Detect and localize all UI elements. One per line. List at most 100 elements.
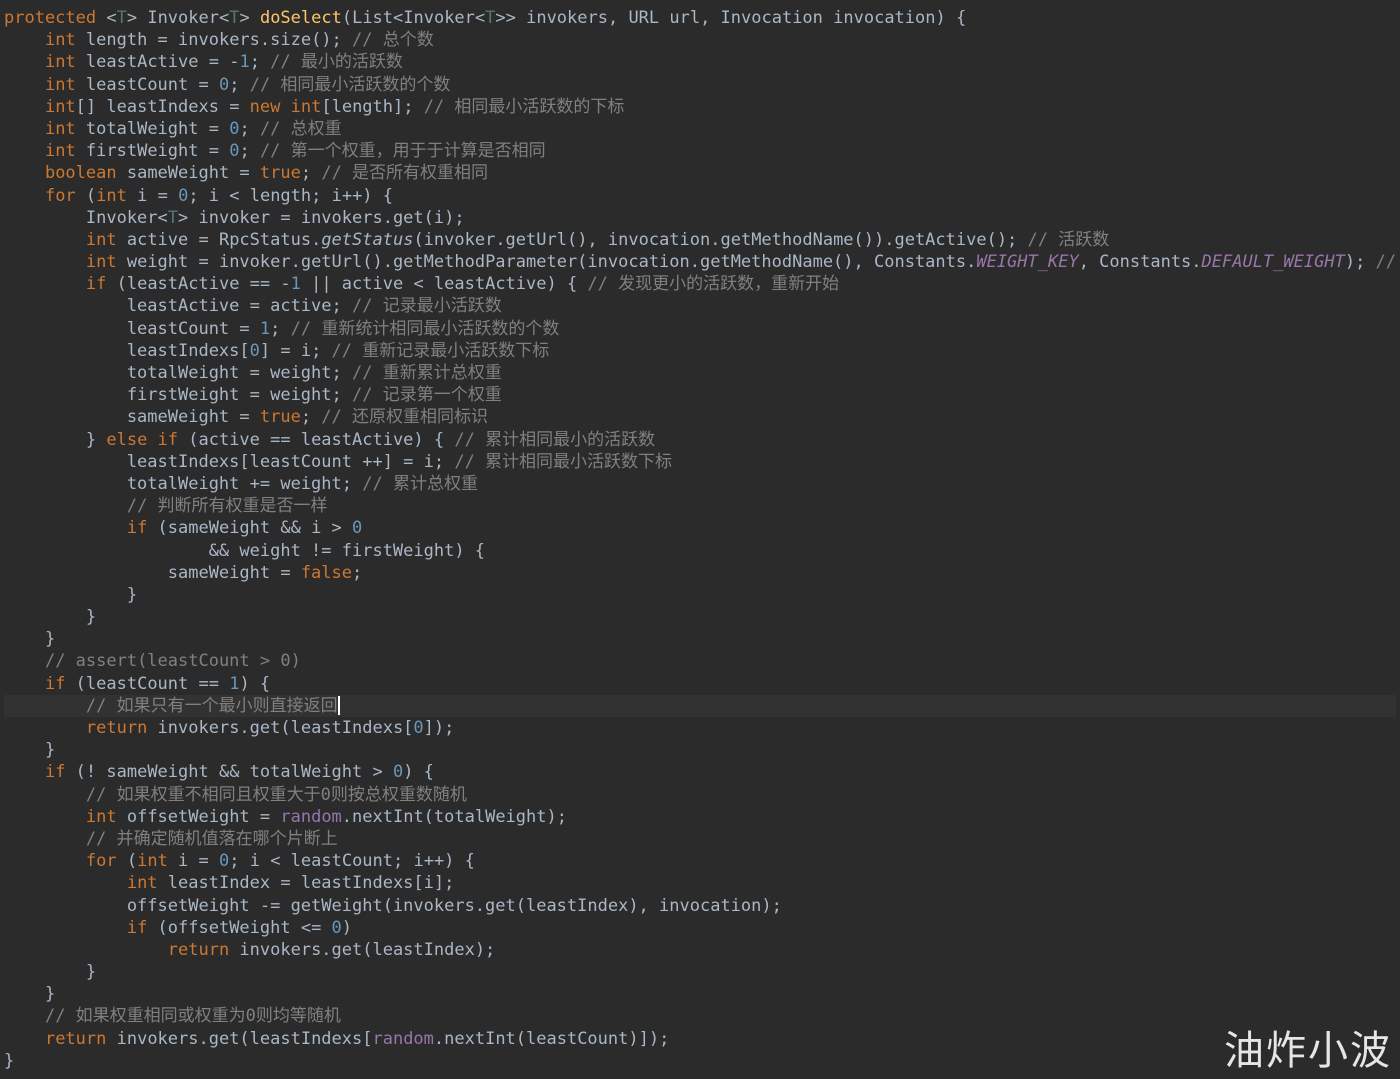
- code-token: > Invoker<: [126, 8, 230, 28]
- code-token: // 累计相同最小的活跃数: [454, 429, 656, 450]
- code-line[interactable]: return invokers.get(leastIndexs[0]);: [4, 717, 1396, 739]
- code-token: ; i < length; i++) {: [188, 185, 394, 206]
- code-token: new: [249, 96, 281, 117]
- code-token: // 记录第一个权重: [352, 385, 502, 406]
- code-token: (active == leastActive) {: [178, 429, 455, 450]
- code-token: // 累计相同最小活跃数下标: [454, 451, 673, 472]
- code-token: ;: [300, 163, 322, 184]
- code-token: int: [44, 30, 76, 51]
- code-line[interactable]: for (int i = 0; i < leastCount; i++) {: [4, 850, 1396, 872]
- code-token: // 如果只有一个最小则直接返回: [85, 695, 338, 716]
- code-editor[interactable]: protected <T> Invoker<T> doSelect(List<I…: [0, 0, 1400, 1079]
- code-line[interactable]: leastIndexs[0] = i; // 重新记录最小活跃数下标: [4, 340, 1396, 362]
- code-token: ;: [270, 318, 291, 339]
- code-line[interactable]: }: [4, 584, 1396, 606]
- code-line[interactable]: }: [4, 628, 1396, 650]
- code-token: // assert(leastCount > 0): [44, 651, 301, 672]
- code-token: // 还原权重相同标识: [321, 407, 489, 428]
- code-token: if: [85, 274, 107, 295]
- code-token: }: [4, 740, 56, 761]
- code-line[interactable]: Invoker<T> invoker = invokers.get(i);: [4, 207, 1396, 229]
- code-line[interactable]: }: [4, 1050, 1396, 1072]
- code-token: WEIGHT_KEY: [976, 252, 1079, 273]
- code-token: 1: [239, 52, 250, 73]
- code-line[interactable]: if (sameWeight && i > 0: [4, 517, 1396, 539]
- code-line[interactable]: sameWeight = false;: [4, 562, 1396, 584]
- code-line[interactable]: } else if (active == leastActive) { // 累…: [4, 429, 1396, 451]
- code-token: [length];: [321, 96, 424, 117]
- code-token: true: [259, 163, 301, 184]
- code-line[interactable]: }: [4, 739, 1396, 761]
- code-token: }: [4, 962, 97, 983]
- code-token: doSelect: [259, 8, 342, 28]
- code-line[interactable]: firstWeight = weight; // 记录第一个权重: [4, 384, 1396, 406]
- code-line[interactable]: if (leastActive == -1 || active < leastA…: [4, 273, 1396, 295]
- code-line[interactable]: int length = invokers.size(); // 总个数: [4, 29, 1396, 51]
- code-line[interactable]: int leastActive = -1; // 最小的活跃数: [4, 51, 1396, 73]
- code-line[interactable]: int firstWeight = 0; // 第一个权重，用于于计算是否相同: [4, 140, 1396, 162]
- code-area[interactable]: protected <T> Invoker<T> doSelect(List<I…: [4, 7, 1396, 1072]
- code-line[interactable]: int weight = invoker.getUrl().getMethodP…: [4, 251, 1396, 273]
- code-token: // 判断所有权重是否一样: [126, 496, 328, 517]
- code-token: // 发现更小的活跃数，重新开始: [587, 274, 840, 295]
- code-token: int: [44, 118, 76, 139]
- code-line[interactable]: if (! sameWeight && totalWeight > 0) {: [4, 761, 1396, 783]
- code-token: firstWeight = weight;: [4, 385, 352, 406]
- code-line[interactable]: // 如果权重相同或权重为0则均等随机: [4, 1005, 1396, 1027]
- code-line[interactable]: }: [4, 606, 1396, 628]
- code-line[interactable]: // 如果权重不相同且权重大于0则按总权重数随机: [4, 784, 1396, 806]
- code-line[interactable]: leastActive = active; // 记录最小活跃数: [4, 295, 1396, 317]
- code-line[interactable]: int leastIndex = leastIndexs[i];: [4, 872, 1396, 894]
- code-line[interactable]: offsetWeight -= getWeight(invokers.get(l…: [4, 895, 1396, 917]
- code-line[interactable]: int offsetWeight = random.nextInt(totalW…: [4, 806, 1396, 828]
- code-line[interactable]: return invokers.get(leastIndexs[random.n…: [4, 1028, 1396, 1050]
- code-token: ; i < leastCount; i++) {: [229, 851, 475, 872]
- code-token: boolean: [44, 163, 117, 184]
- code-token: ;: [229, 74, 250, 95]
- code-line[interactable]: // 判断所有权重是否一样: [4, 495, 1396, 517]
- code-line[interactable]: && weight != firstWeight) {: [4, 540, 1396, 562]
- code-line[interactable]: return invokers.get(leastIndex);: [4, 939, 1396, 961]
- code-line[interactable]: // assert(leastCount > 0): [4, 650, 1396, 672]
- code-token: // 总权重: [259, 118, 342, 139]
- code-line[interactable]: int[] leastIndexs = new int[length]; // …: [4, 96, 1396, 118]
- code-token: 0: [219, 851, 230, 872]
- code-token: // 累计总权重: [362, 473, 478, 494]
- code-token: (: [116, 851, 138, 872]
- code-token: (offsetWeight <=: [147, 917, 332, 938]
- code-token: leastCount =: [75, 74, 219, 95]
- code-token: int: [85, 229, 117, 250]
- code-line[interactable]: leastCount = 1; // 重新统计相同最小活跃数的个数: [4, 318, 1396, 340]
- code-line[interactable]: }: [4, 983, 1396, 1005]
- code-token: // 如果权重不相同且权重大于0则按总权重数随机: [85, 784, 467, 805]
- code-line[interactable]: int active = RpcStatus.getStatus(invoker…: [4, 229, 1396, 251]
- code-token: ] = i;: [259, 340, 332, 361]
- code-token: ]);: [423, 718, 455, 738]
- code-line[interactable]: totalWeight = weight; // 重新累计总权重: [4, 362, 1396, 384]
- code-line[interactable]: if (offsetWeight <= 0): [4, 917, 1396, 939]
- code-line[interactable]: }: [4, 961, 1396, 983]
- code-line[interactable]: // 并确定随机值落在哪个片断上: [4, 828, 1396, 850]
- code-token: // 重新累计总权重: [352, 363, 502, 383]
- code-token: );: [1344, 252, 1376, 273]
- code-token: ;: [239, 118, 260, 139]
- code-line[interactable]: boolean sameWeight = true; // 是否所有权重相同: [4, 162, 1396, 184]
- code-token: int: [44, 52, 76, 73]
- code-token: if: [44, 762, 66, 783]
- code-line[interactable]: // 如果只有一个最小则直接返回: [4, 694, 1396, 717]
- code-line[interactable]: for (int i = 0; i < length; i++) {: [4, 185, 1396, 207]
- code-line[interactable]: int leastCount = 0; // 相同最小活跃数的个数: [4, 74, 1396, 96]
- code-line[interactable]: totalWeight += weight; // 累计总权重: [4, 473, 1396, 495]
- code-line[interactable]: leastIndexs[leastCount ++] = i; // 累计相同最…: [4, 451, 1396, 473]
- code-token: [] leastIndexs =: [75, 96, 250, 117]
- code-line[interactable]: sameWeight = true; // 还原权重相同标识: [4, 406, 1396, 428]
- code-token: 0: [218, 74, 230, 95]
- code-line[interactable]: if (leastCount == 1) {: [4, 673, 1396, 695]
- code-line[interactable]: int totalWeight = 0; // 总权重: [4, 118, 1396, 140]
- code-line[interactable]: protected <T> Invoker<T> doSelect(List<I…: [4, 7, 1396, 29]
